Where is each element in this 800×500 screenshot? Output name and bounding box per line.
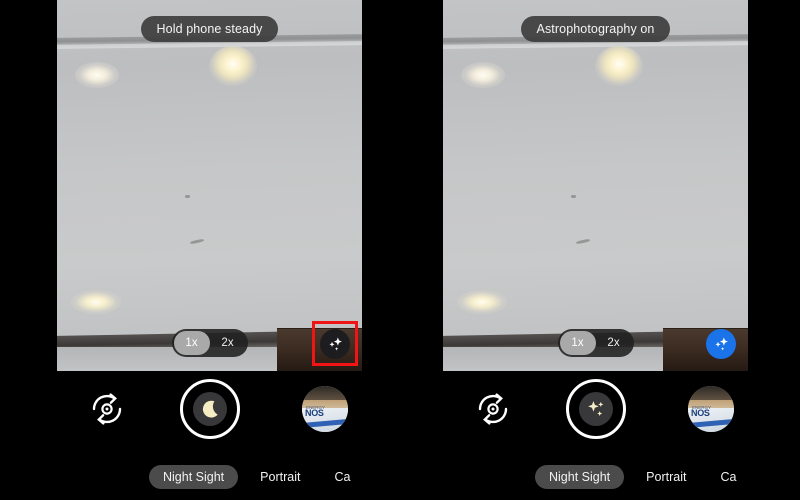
gallery-thumbnail-button[interactable]: ENERGY NOS bbox=[302, 386, 348, 432]
zoom-selector[interactable]: 1x 2x bbox=[171, 329, 248, 357]
mode-tab-night-sight[interactable]: Night Sight bbox=[149, 465, 239, 489]
status-toast: Hold phone steady bbox=[140, 16, 279, 42]
shutter-inner bbox=[578, 392, 613, 426]
zoom-option-2x[interactable]: 2x bbox=[210, 331, 246, 355]
ceiling-light-1 bbox=[461, 62, 505, 88]
zoom-option-2x[interactable]: 2x bbox=[596, 331, 632, 355]
shutter-inner bbox=[192, 392, 227, 426]
thumbnail-text: NOS bbox=[305, 408, 324, 418]
ceiling-surface bbox=[443, 0, 748, 371]
mode-tab-camera[interactable]: Ca bbox=[324, 465, 360, 489]
mode-tab-night-sight[interactable]: Night Sight bbox=[535, 465, 625, 489]
gallery-thumbnail-button[interactable]: ENERGY NOS bbox=[688, 386, 734, 432]
ceiling-light-2 bbox=[209, 46, 257, 86]
ceiling-speck bbox=[185, 195, 190, 198]
phone-panel-left: Hold phone steady 1x 2x ENERGY NOS Night… bbox=[57, 0, 362, 500]
camera-preview-right[interactable]: Astrophotography on 1x 2x bbox=[443, 0, 748, 371]
camera-switch-button[interactable] bbox=[471, 387, 515, 431]
camera-switch-icon bbox=[478, 393, 508, 425]
astrophotography-toggle-button[interactable] bbox=[706, 329, 736, 359]
mode-tab-strip-left[interactable]: Night Sight Portrait Ca bbox=[57, 464, 362, 490]
wooden-furniture bbox=[662, 329, 748, 371]
camera-switch-button[interactable] bbox=[85, 387, 129, 431]
status-toast: Astrophotography on bbox=[520, 16, 671, 42]
thumbnail-text: NOS bbox=[691, 408, 710, 418]
camera-controls-right: ENERGY NOS Night Sight Portrait Ca bbox=[443, 371, 775, 500]
ceiling-speck bbox=[571, 195, 576, 198]
zoom-selector[interactable]: 1x 2x bbox=[557, 329, 634, 357]
mode-tab-portrait[interactable]: Portrait bbox=[636, 465, 696, 489]
mode-tab-portrait[interactable]: Portrait bbox=[250, 465, 310, 489]
camera-preview-left[interactable]: Hold phone steady 1x 2x bbox=[57, 0, 362, 371]
phone-panel-right: Astrophotography on 1x 2x ENERGY NOS Nig… bbox=[443, 0, 775, 500]
ceiling-light-1 bbox=[75, 62, 119, 88]
ceiling-light-3 bbox=[457, 290, 507, 314]
primary-control-row: ENERGY NOS bbox=[57, 379, 362, 441]
ceiling-light-2 bbox=[595, 46, 643, 86]
zoom-option-1x[interactable]: 1x bbox=[559, 331, 596, 355]
crescent-moon-icon bbox=[202, 400, 218, 418]
sparkle-icon bbox=[714, 337, 728, 350]
ceiling-surface bbox=[57, 0, 362, 371]
zoom-option-1x[interactable]: 1x bbox=[173, 331, 210, 355]
camera-switch-icon bbox=[92, 393, 122, 425]
shutter-button[interactable] bbox=[179, 379, 240, 439]
mode-tab-camera[interactable]: Ca bbox=[710, 465, 746, 489]
screenshot-stage: Hold phone steady 1x 2x ENERGY NOS Night… bbox=[0, 0, 800, 500]
ceiling-light-3 bbox=[71, 290, 121, 314]
mode-tab-strip-right[interactable]: Night Sight Portrait Ca bbox=[443, 464, 775, 490]
sparkle-icon bbox=[587, 401, 603, 416]
camera-controls-left: ENERGY NOS Night Sight Portrait Ca bbox=[57, 371, 362, 500]
shutter-button[interactable] bbox=[565, 379, 626, 439]
primary-control-row: ENERGY NOS bbox=[443, 379, 748, 441]
annotation-highlight-box bbox=[312, 321, 358, 366]
